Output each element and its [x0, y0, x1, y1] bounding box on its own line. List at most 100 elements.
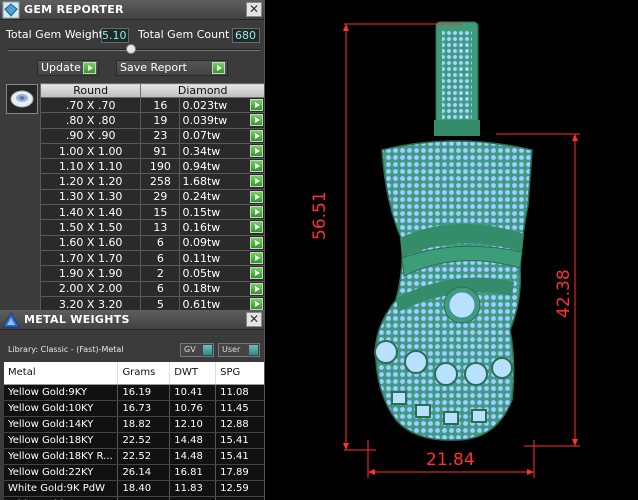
toggle-icon — [249, 345, 258, 355]
gem-reporter-close-icon[interactable]: ✕ — [246, 2, 262, 17]
select-row-icon[interactable] — [250, 236, 263, 249]
metal-table-row[interactable]: Yellow Gold:9KY 16.19 10.41 11.08 — [4, 384, 264, 401]
metal-cell: 11.45 — [215, 400, 264, 417]
select-row-icon[interactable] — [250, 160, 263, 173]
select-row-icon[interactable] — [250, 114, 263, 127]
metal-table-row[interactable]: White Gold:9K PdW 18.40 11.83 12.59 — [4, 480, 264, 497]
gem-size-cell: 2.00 X 2.00 — [39, 280, 142, 297]
metal-cell: Yellow Gold:9KY — [4, 384, 119, 401]
metal-cell: 11.18 — [215, 496, 264, 500]
gem-reporter-title: GEM REPORTER — [24, 3, 124, 16]
gem-table-row[interactable]: 1.60 X 1.60 6 0.09tw — [39, 234, 264, 251]
metal-column-header[interactable]: SPG — [215, 362, 264, 385]
metal-cell: 18.40 — [117, 480, 171, 497]
gem-count-cell: 258 — [140, 173, 181, 190]
gem-count-cell: 13 — [140, 219, 181, 236]
gem-table-row[interactable]: .90 X .90 23 0.07tw — [39, 127, 264, 144]
gem-weight-cell: 0.09tw — [179, 234, 264, 251]
select-row-icon[interactable] — [250, 144, 263, 157]
gem-table-row[interactable]: 1.10 X 1.10 190 0.94tw — [39, 158, 264, 175]
gem-table-row[interactable]: 1.20 X 1.20 258 1.68tw — [39, 173, 264, 190]
select-row-icon[interactable] — [250, 297, 263, 310]
pendant-render — [343, 21, 580, 478]
gem-size-cell: 1.50 X 1.50 — [39, 219, 142, 236]
gem-table-row[interactable]: .70 X .70 16 0.023tw — [39, 96, 264, 114]
gem-weight-cell: 0.11tw — [179, 249, 264, 267]
metal-table-row[interactable]: Yellow Gold:10KY 16.73 10.76 11.45 — [4, 400, 264, 417]
gem-size-cell: 1.70 X 1.70 — [39, 249, 142, 267]
metal-cell: 10.41 — [169, 384, 217, 401]
dimension-body-height: 42.38 — [554, 269, 574, 318]
metal-column-header[interactable]: Metal — [4, 362, 119, 385]
dimension-total-height: 56.51 — [310, 191, 330, 240]
gem-table-row[interactable]: 2.00 X 2.00 6 0.18tw — [39, 280, 264, 297]
gem-weight-cell: 0.039tw — [179, 112, 264, 129]
gem-table: Round Diamond .70 X .70 16 0.023tw .80 X .8… — [39, 83, 264, 328]
metal-cell: 12.88 — [215, 416, 264, 433]
metal-cell: 16.34 — [117, 496, 171, 500]
metal-cell: Yellow Gold:10KY — [4, 400, 119, 417]
save-report-button[interactable]: Save Report — [116, 60, 228, 76]
gem-weight-value: 0.16tw — [182, 221, 221, 235]
metal-table-row[interactable]: Yellow Gold:22KY 26.14 16.81 17.89 — [4, 464, 264, 481]
gv-toggle[interactable]: GV — [180, 343, 214, 357]
metal-cell: 11.83 — [169, 480, 217, 497]
gem-weight-value: 0.11tw — [182, 251, 221, 265]
slider-knob[interactable] — [126, 44, 136, 54]
gem-weight-value: 0.61tw — [182, 297, 221, 311]
gem-size-cell: 1.60 X 1.60 — [39, 234, 142, 251]
gem-reporter-titlebar[interactable]: GEM REPORTER ✕ — [0, 0, 264, 20]
select-row-icon[interactable] — [250, 221, 263, 234]
select-row-icon[interactable] — [250, 251, 263, 264]
gem-count-cell: 91 — [140, 142, 181, 160]
gem-table-row[interactable]: 1.30 X 1.30 29 0.24tw — [39, 188, 264, 206]
update-button[interactable]: Update — [37, 60, 99, 76]
gv-toggle-label: GV — [184, 345, 196, 354]
metal-cell: Yellow Gold:18KY — [4, 432, 119, 449]
metal-cell: 18.82 — [117, 416, 171, 433]
total-gem-weight-value: 5.10 — [101, 28, 129, 43]
select-row-icon[interactable] — [250, 129, 263, 142]
gem-type-header[interactable]: Diamond — [140, 83, 264, 98]
gem-size-cell: 1.40 X 1.40 — [39, 204, 142, 221]
select-row-icon[interactable] — [250, 175, 263, 188]
3d-viewport[interactable]: 56.51 42.38 21.84 — [266, 0, 638, 500]
metal-column-header[interactable]: DWT — [169, 362, 217, 385]
metal-weights-titlebar[interactable]: METAL WEIGHTS ✕ — [0, 310, 264, 330]
metal-table-row[interactable]: Yellow Gold:14KY 18.82 12.10 12.88 — [4, 416, 264, 433]
select-row-icon[interactable] — [250, 282, 263, 295]
gem-size-cell: .80 X .80 — [39, 112, 142, 129]
user-toggle[interactable]: User — [218, 343, 260, 357]
metal-weights-table: Metal Grams DWT SPG Yellow Gold:9KY 16.19 10.… — [4, 362, 264, 500]
total-gem-count-label: Total Gem Count — [138, 28, 230, 41]
metal-cell: 10.51 — [169, 496, 217, 500]
gem-table-row[interactable]: 1.70 X 1.70 6 0.11tw — [39, 249, 264, 267]
metal-table-row[interactable]: White Gold:10KX116.3410.5111.18 — [4, 496, 264, 500]
metal-weights-close-icon[interactable]: ✕ — [246, 312, 262, 327]
select-row-icon[interactable] — [250, 190, 263, 203]
gem-count-cell: 190 — [140, 158, 181, 175]
gem-table-row[interactable]: 1.40 X 1.40 15 0.15tw — [39, 204, 264, 221]
select-row-icon[interactable] — [250, 206, 263, 219]
gem-weight-cell: 0.24tw — [179, 188, 264, 206]
metal-cell: 12.10 — [169, 416, 217, 433]
select-row-icon[interactable] — [250, 99, 263, 111]
gem-count-cell: 6 — [140, 249, 181, 267]
metal-cell: 11.08 — [215, 384, 264, 401]
metal-column-header[interactable]: Grams — [117, 362, 171, 385]
select-row-icon[interactable] — [250, 267, 263, 280]
dimension-width: 21.84 — [426, 450, 475, 470]
metal-table-row[interactable]: Yellow Gold:18KY R... 22.52 14.48 15.41 — [4, 448, 264, 465]
gem-weight-value: 0.09tw — [182, 236, 221, 250]
gem-table-row[interactable]: .80 X .80 19 0.039tw — [39, 112, 264, 129]
gem-table-row[interactable]: 1.90 X 1.90 2 0.05tw — [39, 265, 264, 282]
shape-header[interactable]: Round — [39, 83, 142, 98]
gem-size-cell: 1.10 X 1.10 — [39, 158, 142, 175]
gem-reporter-panel: GEM REPORTER ✕ Total Gem Weight 5.10 Tot… — [0, 0, 265, 500]
round-gem-thumbnail[interactable] — [6, 84, 38, 114]
play-icon — [212, 62, 225, 74]
gem-table-row[interactable]: 1.50 X 1.50 13 0.16tw — [39, 219, 264, 236]
gem-weight-cell: 0.34tw — [179, 142, 264, 160]
metal-table-row[interactable]: Yellow Gold:18KY 22.52 14.48 15.41 — [4, 432, 264, 449]
gem-table-row[interactable]: 1.00 X 1.00 91 0.34tw — [39, 142, 264, 160]
